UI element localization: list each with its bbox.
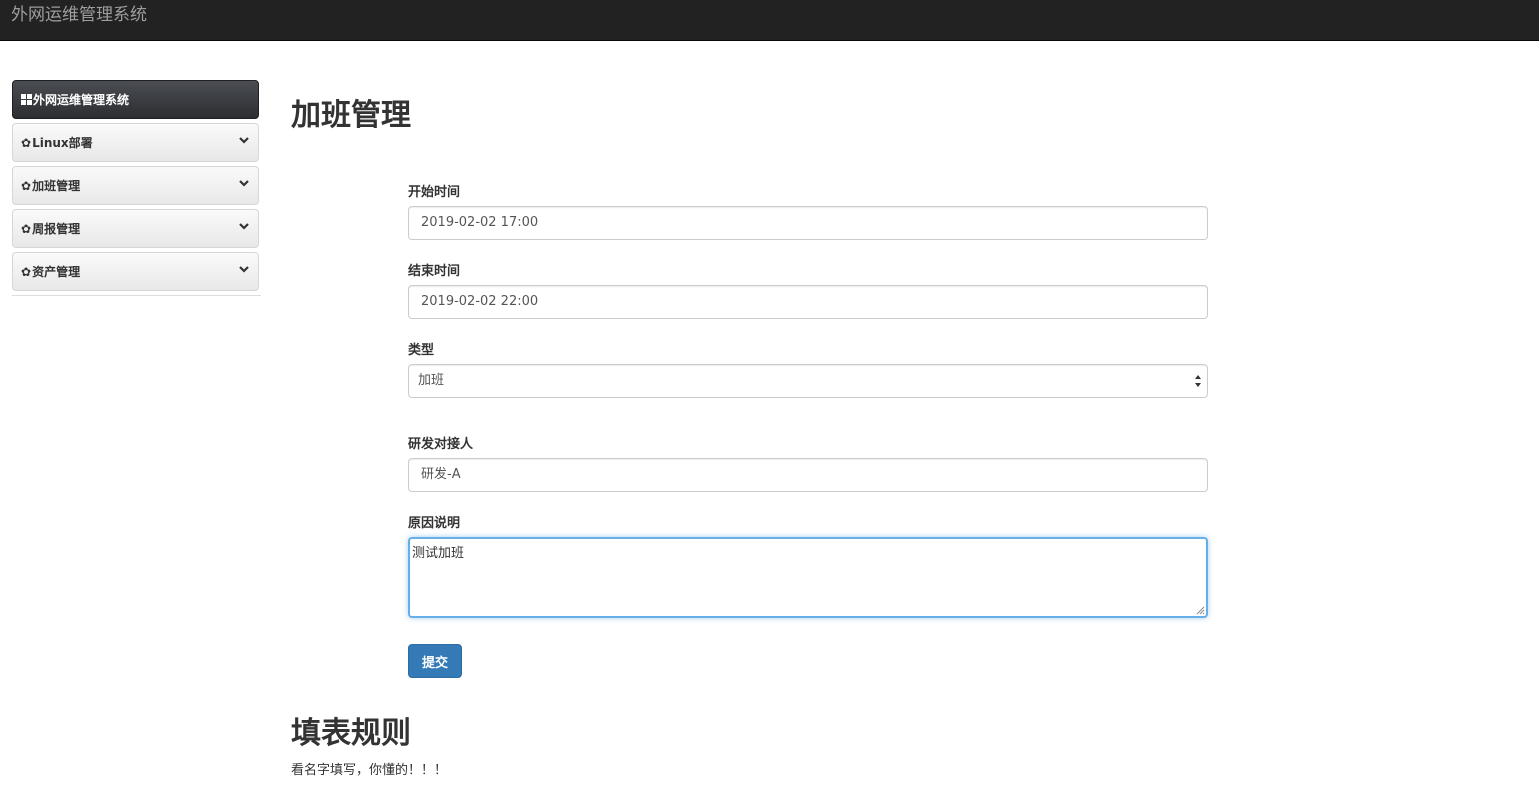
gear-icon: ✿: [21, 264, 32, 279]
rules-text: 看名字填写，你懂的！！！: [291, 763, 448, 778]
sidebar-item-overtime[interactable]: ✿ 加班管理: [12, 166, 259, 205]
top-navbar: 外网运维管理系统: [0, 0, 1539, 41]
type-label: 类型: [408, 343, 435, 358]
resize-grip-icon[interactable]: [1196, 606, 1205, 615]
dev-contact-group: 研发对接人 研发-A: [408, 432, 1208, 492]
start-time-input[interactable]: 2019-02-02 17:00: [408, 206, 1208, 240]
type-select-value: 加班: [418, 373, 445, 388]
page-title: 加班管理: [291, 98, 411, 133]
chevron-down-icon: [239, 223, 249, 230]
sidebar-item-label: 加班管理: [32, 179, 81, 193]
sidebar-item-label: 周报管理: [32, 222, 81, 236]
gear-icon: ✿: [21, 135, 32, 150]
chevron-down-icon: [239, 180, 249, 187]
gear-icon: ✿: [21, 178, 32, 193]
end-time-label: 结束时间: [408, 264, 461, 279]
sidebar-item-weekly-report[interactable]: ✿ 周报管理: [12, 209, 259, 248]
sidebar-header-label: 外网运维管理系统: [33, 93, 130, 107]
sidebar: 外网运维管理系统 ✿ Linux部署 ✿ 加班管理 ✿ 周报管理 ✿ 资产管理: [12, 80, 261, 296]
submit-button[interactable]: 提交: [408, 644, 462, 678]
type-select[interactable]: 加班: [408, 364, 1208, 398]
type-group: 类型 加班: [408, 338, 1208, 398]
rules-title: 填表规则: [291, 716, 411, 751]
reason-label: 原因说明: [408, 516, 461, 531]
grid-icon: [21, 94, 32, 105]
sidebar-item-label: 资产管理: [32, 265, 81, 279]
brand-title[interactable]: 外网运维管理系统: [11, 4, 147, 26]
overtime-form: 开始时间 2019-02-02 17:00 结束时间 2019-02-02 22…: [408, 180, 1208, 637]
reason-textarea[interactable]: 测试加班: [408, 537, 1208, 618]
reason-text: 测试加班: [412, 546, 465, 561]
select-arrows-icon: [1195, 375, 1201, 387]
sidebar-item-linux-deploy[interactable]: ✿ Linux部署: [12, 123, 259, 162]
start-time-label: 开始时间: [408, 185, 461, 200]
sidebar-item-label: Linux部署: [32, 136, 93, 150]
start-time-group: 开始时间 2019-02-02 17:00: [408, 180, 1208, 240]
chevron-down-icon: [239, 266, 249, 273]
reason-group: 原因说明 测试加班: [408, 511, 1208, 618]
gear-icon: ✿: [21, 221, 32, 236]
dev-contact-input[interactable]: 研发-A: [408, 458, 1208, 492]
end-time-input[interactable]: 2019-02-02 22:00: [408, 285, 1208, 319]
end-time-group: 结束时间 2019-02-02 22:00: [408, 259, 1208, 319]
sidebar-item-assets[interactable]: ✿ 资产管理: [12, 252, 259, 291]
dev-contact-label: 研发对接人: [408, 437, 474, 452]
chevron-down-icon: [239, 137, 249, 144]
sidebar-header[interactable]: 外网运维管理系统: [12, 80, 259, 119]
sidebar-divider: [12, 295, 261, 296]
